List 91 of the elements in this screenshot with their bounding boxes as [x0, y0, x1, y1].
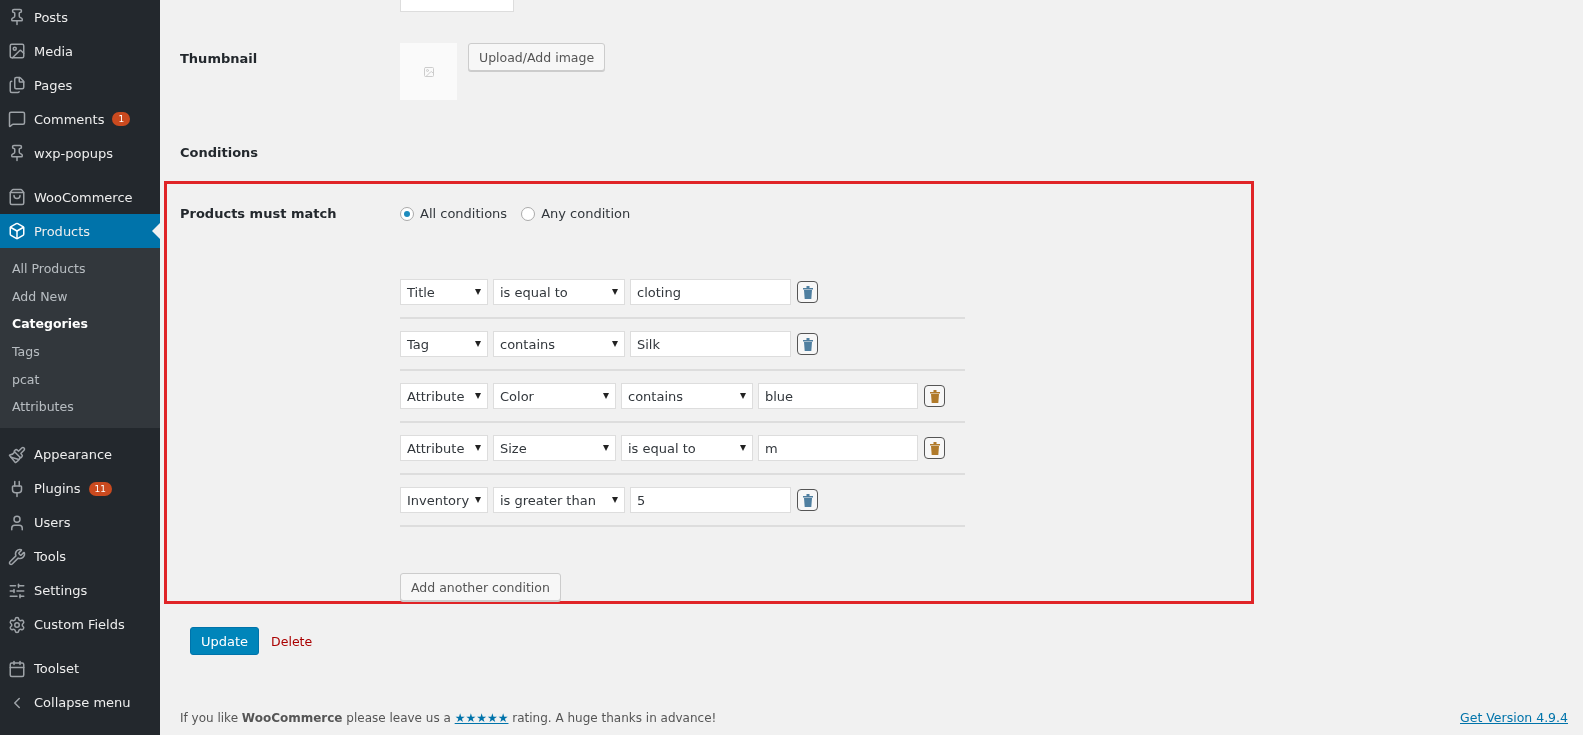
sidebar-item[interactable]: Posts	[0, 0, 160, 34]
sidebar-item[interactable]: Custom Fields	[0, 607, 160, 642]
wrench-icon	[8, 547, 26, 566]
sidebar-item-label: Users	[34, 515, 71, 531]
bag-icon	[8, 188, 26, 206]
sidebar-item[interactable]: Products	[0, 214, 160, 248]
pin-icon	[8, 144, 26, 162]
sidebar-item[interactable]: Appearance	[0, 437, 160, 472]
sidebar-item-label: Comments	[34, 111, 105, 127]
sidebar-item-label: Products	[34, 223, 91, 239]
sidebar-item-label: wxp-popups	[34, 145, 113, 161]
rating-link[interactable]: ★★★★★	[454, 710, 509, 725]
sidebar-item-label: Pages	[34, 77, 73, 93]
user-icon	[8, 513, 26, 532]
image-icon	[422, 65, 435, 78]
condition-select[interactable]: Size	[493, 435, 616, 461]
sidebar-item-label: Media	[34, 43, 74, 59]
sidebar-item-label: Custom Fields	[34, 617, 125, 633]
submenu-item[interactable]: Attributes	[0, 392, 160, 421]
sidebar-item[interactable]: Pages	[0, 68, 160, 102]
condition-select[interactable]: contains	[493, 331, 625, 357]
condition-select[interactable]: Attribute	[400, 383, 488, 409]
pages-icon	[8, 76, 26, 94]
submenu-item[interactable]: Tags	[0, 337, 160, 366]
submenu-item[interactable]: pcat	[0, 365, 160, 393]
sidebar-item[interactable]: Toolset	[0, 651, 160, 686]
delete-condition-button[interactable]	[797, 281, 818, 303]
radio-option[interactable]: All conditions	[400, 206, 508, 221]
condition-value-field[interactable]: blue	[758, 383, 918, 409]
radio-button[interactable]	[521, 206, 536, 221]
condition-select[interactable]: is greater than	[493, 487, 625, 513]
version-link[interactable]: Get Version 4.9.4	[1460, 710, 1568, 725]
sidebar-item-label: Collapse menu	[34, 695, 131, 711]
sidebar-item[interactable]: WooCommerce	[0, 180, 160, 214]
calendar-icon	[8, 659, 26, 678]
sidebar-item-label: Settings	[34, 583, 88, 599]
sidebar-item-label: Plugins	[34, 481, 81, 497]
sidebar-item-label: Toolset	[34, 661, 80, 677]
condition-select[interactable]: is equal to	[493, 279, 625, 305]
select-field[interactable]	[400, 0, 514, 12]
sidebar-item-label: Tools	[34, 549, 67, 565]
count-badge: 11	[88, 481, 113, 496]
condition-select[interactable]: Color	[493, 383, 616, 409]
radio-button[interactable]	[400, 206, 414, 221]
condition-select[interactable]: Attribute	[400, 435, 488, 461]
sidebar-item[interactable]: Settings	[0, 573, 160, 608]
submenu-item[interactable]: Add New	[0, 282, 160, 311]
box-icon	[8, 222, 26, 240]
sidebar-item[interactable]: Media	[0, 34, 160, 68]
delete-link[interactable]: Delete	[271, 633, 313, 649]
sidebar-item[interactable]: Users	[0, 505, 160, 540]
condition-value-field[interactable]: Silk	[630, 331, 791, 357]
radio-option[interactable]: Any condition	[521, 206, 631, 221]
sliders-icon	[8, 581, 26, 600]
media-icon	[8, 42, 26, 60]
condition-select[interactable]: contains	[621, 383, 753, 409]
condition-select[interactable]: is equal to	[621, 435, 753, 461]
add-condition-button[interactable]: Add another condition	[400, 573, 561, 601]
condition-select[interactable]: Tag	[400, 331, 488, 357]
condition-value-field[interactable]: 5	[630, 487, 791, 513]
delete-condition-button[interactable]	[924, 385, 945, 407]
field-label: Thumbnail	[180, 50, 259, 68]
condition-value-field[interactable]: m	[758, 435, 918, 461]
section-heading: Conditions	[180, 145, 260, 160]
sidebar-item[interactable]: Plugins 11	[0, 471, 160, 506]
delete-condition-button[interactable]	[797, 333, 818, 355]
count-badge: 1	[112, 112, 131, 126]
condition-value-field[interactable]: cloting	[630, 279, 791, 305]
sidebar-item[interactable]: Comments 1	[0, 102, 160, 136]
condition-select[interactable]: Title	[400, 279, 488, 305]
settings-icon	[8, 615, 26, 634]
delete-condition-button[interactable]	[924, 437, 945, 459]
delete-condition-button[interactable]	[797, 489, 818, 511]
submenu-item[interactable]: All Products	[0, 255, 160, 283]
comment-icon	[8, 110, 26, 128]
submenu-item[interactable]: Categories	[0, 310, 160, 338]
pin-icon	[8, 8, 26, 26]
radio-label: Any condition	[541, 206, 631, 221]
sidebar-item-label: Appearance	[34, 447, 113, 463]
condition-select[interactable]: Inventory	[400, 487, 488, 513]
update-button[interactable]: Update	[190, 627, 260, 655]
paintbrush-icon	[8, 445, 26, 464]
sidebar-item-label: WooCommerce	[34, 189, 133, 205]
footer-text: If you like WooCommerce please leave us a ★★★★★ rating. A huge thanks in advance!	[180, 710, 717, 725]
sidebar-item[interactable]: wxp-popups	[0, 136, 160, 170]
upload-image-button[interactable]: Upload/Add image	[468, 43, 606, 71]
sidebar-item-label: Posts	[34, 9, 68, 25]
sidebar-item[interactable]: Tools	[0, 539, 160, 574]
radio-label: All conditions	[420, 206, 508, 221]
field-label: Products must match	[180, 206, 338, 223]
sidebar-item[interactable]: Collapse menu	[0, 685, 160, 720]
